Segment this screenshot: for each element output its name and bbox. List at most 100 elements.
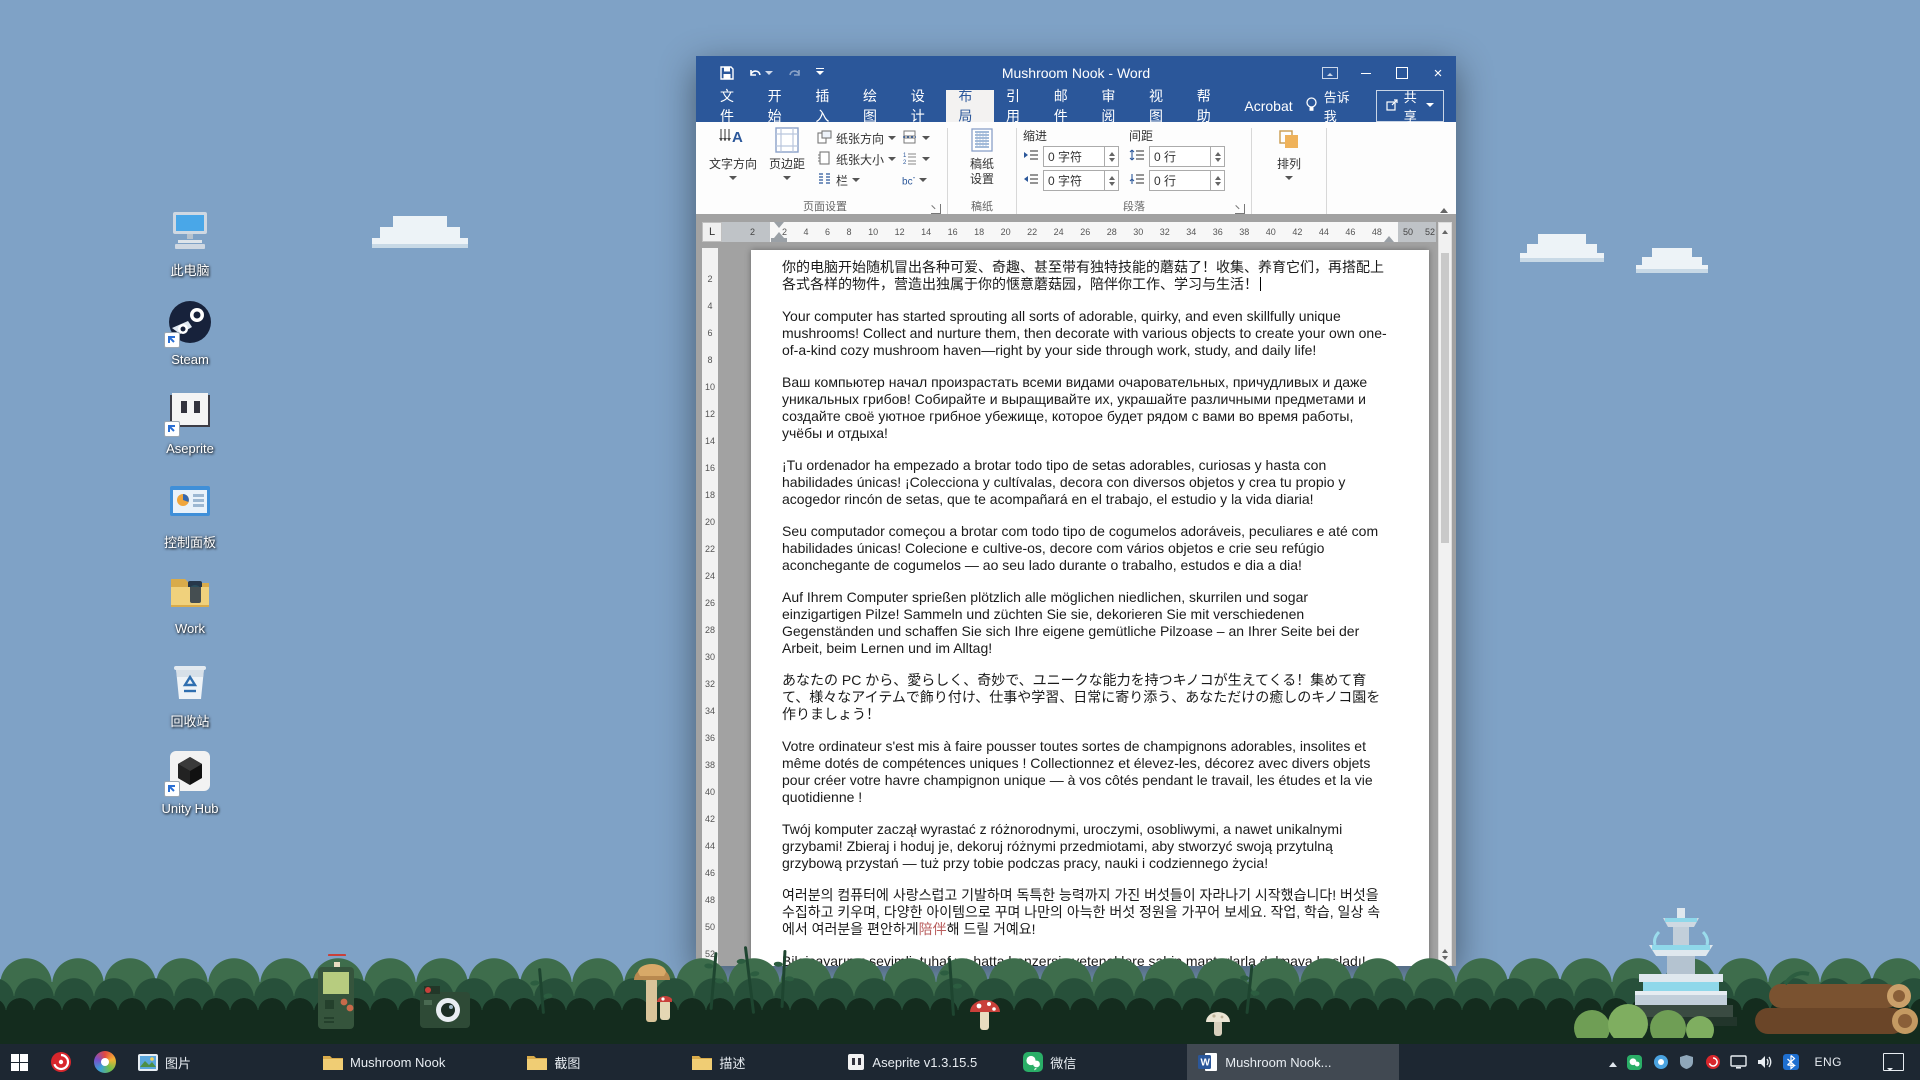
- hyphenation-button[interactable]: bc-: [902, 171, 930, 189]
- folder-description-button[interactable]: 描述: [681, 1044, 756, 1080]
- word-task-button[interactable]: W Mushroom Nook...: [1187, 1044, 1399, 1080]
- collapse-ribbon-icon[interactable]: [1440, 204, 1448, 213]
- desktop-icon-work-folder[interactable]: Work: [134, 567, 246, 636]
- tray-shield-icon[interactable]: [1678, 1054, 1695, 1071]
- close-button[interactable]: ×: [1420, 56, 1456, 90]
- title-bar[interactable]: Mushroom Nook - Word ×: [696, 56, 1456, 90]
- document-paragraph[interactable]: Your computer has started sprouting all …: [782, 308, 1391, 359]
- desktop-icon-this-pc[interactable]: 此电脑: [134, 206, 246, 279]
- space-before-field[interactable]: 0 行: [1149, 146, 1225, 167]
- minimize-button[interactable]: [1348, 56, 1384, 90]
- tab-acrobat[interactable]: Acrobat: [1232, 90, 1304, 122]
- tell-me[interactable]: 告诉我: [1305, 90, 1354, 122]
- dialog-launcher-icon[interactable]: [1235, 204, 1245, 214]
- margins-button[interactable]: 页边距: [763, 125, 811, 184]
- next-page-icon[interactable]: [1442, 956, 1448, 963]
- grid-paper-setup-button[interactable]: 稿纸 设置: [958, 125, 1006, 186]
- desktop-icon-unity-hub[interactable]: Unity Hub: [134, 747, 246, 816]
- columns-button[interactable]: 栏: [817, 171, 896, 189]
- tab-review[interactable]: 审阅: [1089, 90, 1137, 122]
- save-icon[interactable]: [720, 66, 734, 80]
- wechat-task-button[interactable]: 微信: [1012, 1044, 1087, 1080]
- document-paragraph[interactable]: Auf Ihrem Computer sprießen plötzlich al…: [782, 589, 1391, 657]
- desktop-icon-aseprite[interactable]: Aseprite: [134, 387, 246, 456]
- document-paragraph[interactable]: Ваш компьютер начал произрастать всеми в…: [782, 374, 1391, 442]
- svg-text:2: 2: [903, 160, 907, 165]
- desktop-icon-label: 控制面板: [134, 532, 246, 551]
- tab-layout[interactable]: 布局: [946, 90, 994, 122]
- desktop-icon-steam[interactable]: Steam: [134, 298, 246, 367]
- desktop-icon-control-panel[interactable]: 控制面板: [134, 478, 246, 551]
- dialog-launcher-icon[interactable]: [931, 204, 941, 214]
- hanging-indent-marker[interactable]: [774, 227, 784, 238]
- color-wheel-app-button[interactable]: [83, 1044, 127, 1080]
- tab-insert[interactable]: 插入: [803, 90, 851, 122]
- left-indent-marker[interactable]: [771, 238, 787, 242]
- indent-left-field[interactable]: 0 字符: [1043, 146, 1119, 167]
- tab-draw[interactable]: 绘图: [851, 90, 899, 122]
- folder-mushroom-nook-button[interactable]: Mushroom Nook: [312, 1044, 456, 1080]
- horizontal-ruler[interactable]: 2 24681012141618202224262830323436384042…: [702, 222, 1436, 242]
- document-paragraph[interactable]: Seu computador começou a brotar com todo…: [782, 523, 1391, 574]
- pictures-button[interactable]: 图片: [127, 1044, 202, 1080]
- document-text[interactable]: 你的电脑开始随机冒出各种可爱、奇趣、甚至带有独特技能的蘑菇了！收集、养育它们，再…: [751, 250, 1429, 966]
- folder-screenshots-button[interactable]: 截图: [516, 1044, 591, 1080]
- document-paragraph[interactable]: ¡Tu ordenador ha empezado a brotar todo …: [782, 457, 1391, 508]
- vertical-ruler[interactable]: 2468101214161820222426283032343638404244…: [702, 248, 718, 966]
- maximize-button[interactable]: [1384, 56, 1420, 90]
- picture-icon: [138, 1054, 158, 1071]
- document-paragraph[interactable]: 여러분의 컴퓨터에 사랑스럽고 기발하며 독특한 능력까지 가진 버섯들이 자라…: [782, 887, 1391, 938]
- desktop-icon-label: Aseprite: [134, 441, 246, 456]
- right-indent-marker[interactable]: [1384, 231, 1394, 242]
- tab-design[interactable]: 设计: [899, 90, 947, 122]
- vertical-scrollbar[interactable]: [1438, 222, 1452, 966]
- tray-music-icon[interactable]: [1704, 1054, 1721, 1071]
- volume-icon[interactable]: [1756, 1054, 1773, 1071]
- tab-view[interactable]: 视图: [1137, 90, 1185, 122]
- tab-home[interactable]: 开始: [756, 90, 804, 122]
- tray-app-icon[interactable]: [1652, 1054, 1669, 1071]
- document-paragraph[interactable]: Votre ordinateur s'est mis à faire pouss…: [782, 738, 1391, 806]
- netease-music-button[interactable]: [39, 1044, 83, 1080]
- document-page[interactable]: 你的电脑开始随机冒出各种可爱、奇趣、甚至带有独特技能的蘑菇了！收集、养育它们，再…: [751, 250, 1429, 966]
- share-button[interactable]: 共享: [1376, 90, 1444, 122]
- indent-right-field[interactable]: 0 字符: [1043, 170, 1119, 191]
- space-after-field[interactable]: 0 行: [1149, 170, 1225, 191]
- tab-file[interactable]: 文件: [708, 90, 756, 122]
- bluetooth-icon[interactable]: [1782, 1054, 1799, 1071]
- action-center-icon[interactable]: [1883, 1053, 1904, 1071]
- redo-icon[interactable]: [787, 67, 802, 80]
- ruler-number: 38: [702, 752, 718, 779]
- paper-size-button[interactable]: 纸张大小: [817, 150, 896, 168]
- hidden-icons-chevron[interactable]: [1609, 1058, 1617, 1067]
- start-button[interactable]: [0, 1044, 39, 1080]
- document-paragraph[interactable]: あなたの PC から、愛らしく、奇妙で、ユニークな能力を持つキノコが生えてくる！…: [782, 672, 1391, 723]
- aseprite-task-button[interactable]: Aseprite v1.3.15.5: [836, 1044, 988, 1080]
- ruler-number: 4: [804, 227, 809, 237]
- document-paragraph[interactable]: Bilgisayarınız sevimli, tuhaf ve hatta b…: [782, 953, 1391, 966]
- paper-size-icon: [817, 151, 832, 168]
- undo-icon[interactable]: [748, 67, 773, 80]
- lightbulb-icon: [1305, 97, 1318, 115]
- document-paragraph[interactable]: Twój komputer zaczął wyrastać z różnorod…: [782, 821, 1391, 872]
- breaks-button[interactable]: [902, 129, 930, 147]
- tab-selector[interactable]: L: [702, 222, 722, 242]
- document-paragraph[interactable]: 你的电脑开始随机冒出各种可爱、奇趣、甚至带有独特技能的蘑菇了！收集、养育它们，再…: [782, 259, 1391, 293]
- tab-mailings[interactable]: 邮件: [1042, 90, 1090, 122]
- text-direction-button[interactable]: A 文字方向: [709, 125, 757, 184]
- display-icon[interactable]: [1730, 1054, 1747, 1071]
- arrange-button[interactable]: 排列: [1265, 125, 1313, 184]
- tab-references[interactable]: 引用: [994, 90, 1042, 122]
- scrollbar-thumb[interactable]: [1441, 253, 1449, 543]
- orientation-button[interactable]: 纸张方向: [817, 129, 896, 147]
- desktop-icon-label: Unity Hub: [134, 801, 246, 816]
- customize-qat-icon[interactable]: [816, 68, 824, 79]
- desktop-icon-recycle-bin[interactable]: 回收站: [134, 657, 246, 730]
- language-indicator[interactable]: ENG: [1808, 1055, 1848, 1069]
- tray-wechat-icon[interactable]: [1626, 1054, 1643, 1071]
- line-numbers-button[interactable]: 12: [902, 150, 930, 168]
- scroll-up-icon[interactable]: [1439, 223, 1451, 237]
- ribbon-display-options-icon[interactable]: [1312, 56, 1348, 90]
- previous-page-icon[interactable]: [1442, 946, 1448, 953]
- tab-help[interactable]: 帮助: [1185, 90, 1233, 122]
